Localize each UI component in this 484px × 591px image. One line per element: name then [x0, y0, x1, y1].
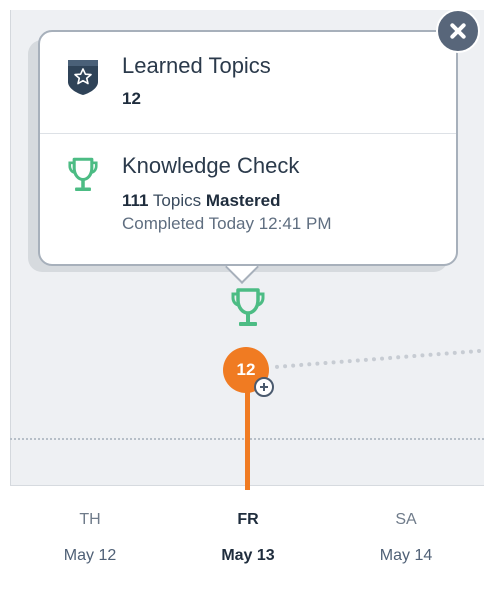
popover-divider — [40, 133, 456, 134]
day-progress-stem — [245, 385, 250, 490]
topics-mastered-line: 111 Topics Mastered — [122, 191, 280, 211]
trophy-icon — [68, 157, 98, 191]
topics-count: 111 — [122, 191, 149, 210]
day-date: May 13 — [221, 547, 275, 564]
close-icon[interactable] — [436, 9, 480, 53]
day-date: May 12 — [63, 547, 117, 564]
trophy-icon[interactable] — [231, 287, 265, 331]
day-of-week: FR — [237, 511, 259, 528]
node-value: 12 — [236, 360, 256, 379]
day-of-week: TH — [79, 511, 101, 528]
day-strip: TH May 12 FR May 13 SA May 14 — [10, 485, 484, 591]
shield-star-icon — [68, 60, 98, 95]
completed-timestamp: Completed Today 12:41 PM — [122, 214, 332, 233]
learned-topics-title: Learned Topics — [122, 53, 271, 78]
plus-circle-icon[interactable] — [254, 377, 274, 397]
knowledge-check-title: Knowledge Check — [122, 153, 300, 178]
topics-word: Topics — [152, 191, 202, 210]
learned-topics-count: 12 — [122, 89, 141, 108]
day-summary-popover: Learned Topics 12 Knowledge Check 111 To… — [38, 30, 458, 266]
day-date: May 14 — [379, 547, 433, 564]
day-of-week: SA — [395, 511, 417, 528]
mastered-word: Mastered — [205, 191, 281, 210]
